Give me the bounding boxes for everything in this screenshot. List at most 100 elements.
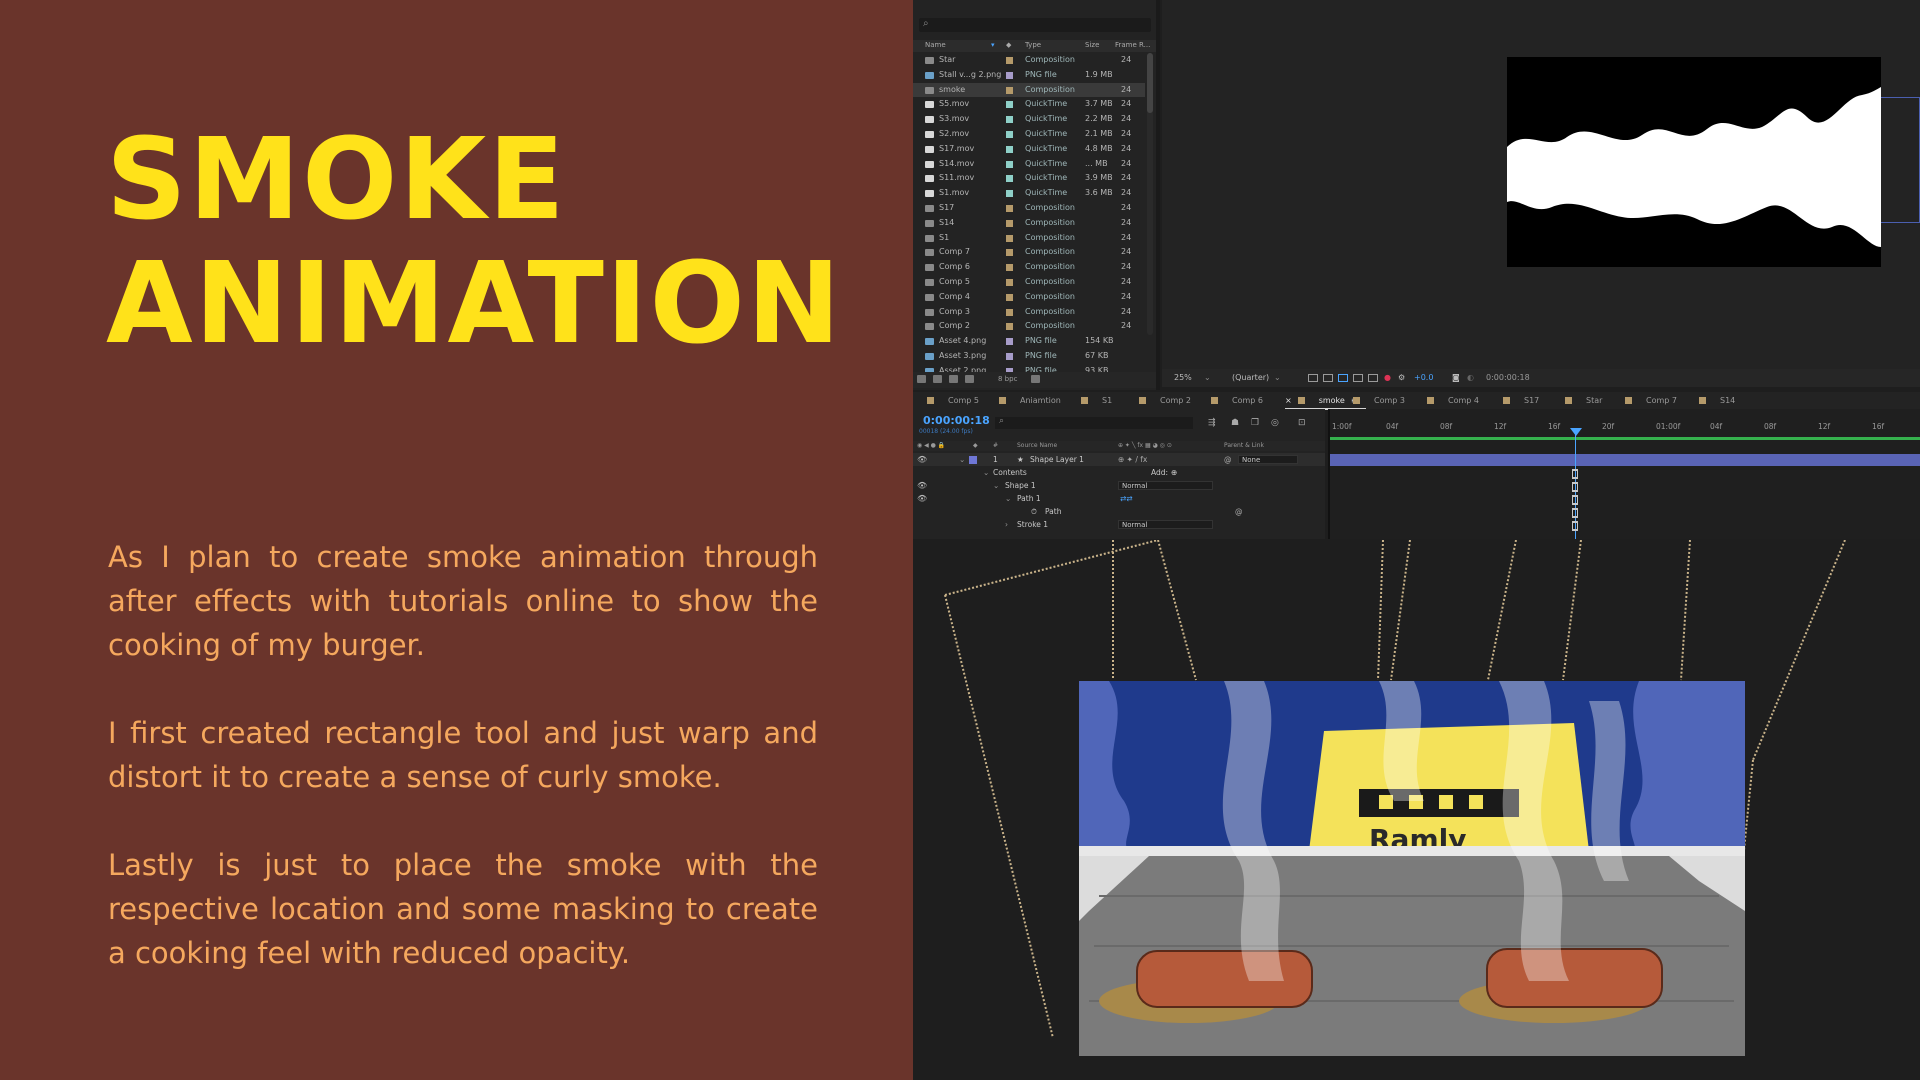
stroke1-chevron-icon[interactable]: › (1005, 518, 1008, 531)
bpc-label[interactable]: 8 bpc (998, 375, 1017, 383)
burger-grill-scene[interactable]: Ramly (1079, 681, 1745, 1056)
project-item[interactable]: Comp 2 Composition 24 (913, 319, 1145, 334)
resolution-dropdown[interactable]: (Quarter) (1232, 373, 1269, 382)
keyframe-marker[interactable] (1572, 495, 1578, 505)
stroke1-blend-dropdown[interactable]: Normal (1118, 520, 1213, 529)
tab-star[interactable]: Star (1565, 396, 1602, 405)
shape1-eye-icon[interactable]: 👁 (917, 479, 927, 492)
prop-path1-row[interactable]: 👁 ⌄ Path 1 ⇄⇄ (913, 492, 1325, 505)
tab-s1[interactable]: S1 (1081, 396, 1112, 405)
item-label-color[interactable] (1006, 175, 1013, 183)
tab-comp-3[interactable]: Comp 3 (1353, 396, 1405, 405)
col-parent-link[interactable]: Parent & Link (1224, 442, 1264, 449)
graph-editor-icon[interactable]: ⊡ (1298, 418, 1306, 428)
keyframe-marker[interactable] (1572, 482, 1578, 492)
project-item[interactable]: S11.mov QuickTime 3.9 MB 24 (913, 171, 1145, 186)
shy-layers-icon[interactable]: ❐ (1251, 418, 1259, 428)
col-frame-rate[interactable]: Frame R... (1115, 41, 1150, 49)
new-comp-icon[interactable] (949, 375, 958, 383)
current-timecode[interactable]: 0:00:00:18 (923, 414, 990, 427)
timeline-graph[interactable]: 1:00f 04f 08f 12f 16f 20f 01:00f 04f 08f 12f 16f (1328, 409, 1920, 539)
project-item[interactable]: S2.mov QuickTime 2.1 MB 24 (913, 127, 1145, 142)
item-label-color[interactable] (1006, 338, 1013, 346)
item-label-color[interactable] (1006, 323, 1013, 331)
item-label-color[interactable] (1006, 160, 1013, 168)
path1-chevron-icon[interactable]: ⌄ (1005, 492, 1011, 505)
item-label-color[interactable] (1006, 249, 1013, 257)
prop-path1[interactable]: Path 1 (1017, 492, 1041, 505)
trash-icon[interactable] (1031, 375, 1040, 383)
tab-comp-5[interactable]: Comp 5 (927, 396, 979, 405)
project-settings-icon[interactable] (965, 375, 974, 383)
show-snapshot-icon[interactable]: ◐ (1467, 373, 1474, 382)
project-item[interactable]: S14 Composition 24 (913, 216, 1145, 231)
visibility-eye-icon[interactable]: 👁 (917, 453, 927, 466)
mask-visibility-icon[interactable] (1338, 374, 1348, 382)
item-label-color[interactable] (1006, 219, 1013, 227)
snapshot-icon[interactable]: ◙ (1452, 373, 1460, 382)
col-number[interactable]: # (993, 442, 998, 449)
project-item[interactable]: S17.mov QuickTime 4.8 MB 24 (913, 142, 1145, 157)
prop-path[interactable]: Path (1045, 505, 1061, 518)
tab-comp-4[interactable]: Comp 4 (1427, 396, 1479, 405)
tab-s14[interactable]: S14 (1699, 396, 1735, 405)
col-size[interactable]: Size (1085, 41, 1099, 49)
path-direction-icon[interactable]: ⇄⇄ (1120, 492, 1133, 505)
item-label-color[interactable] (1006, 101, 1013, 109)
prop-path-row[interactable]: ⏱ Path @ (913, 505, 1325, 518)
item-label-color[interactable] (1006, 352, 1013, 360)
project-item[interactable]: S1 Composition 24 (913, 231, 1145, 246)
prop-contents[interactable]: Contents (993, 466, 1027, 479)
add-label[interactable]: Add: (1151, 466, 1168, 479)
item-label-color[interactable] (1006, 278, 1013, 286)
project-search-input[interactable]: ⌕ (919, 18, 1151, 32)
add-plus-icon[interactable]: ⊕ (1171, 466, 1177, 479)
col-type[interactable]: Type (1025, 41, 1041, 49)
av-switches-icon[interactable]: ◉ ◀ ● 🔒 (917, 442, 945, 449)
layer-duration-bar[interactable] (1330, 454, 1920, 466)
guides-icon[interactable] (1368, 374, 1378, 382)
layer-switch-icons[interactable]: ⊕ ✦ / fx (1118, 453, 1147, 466)
project-item[interactable]: Comp 7 Composition 24 (913, 245, 1145, 260)
item-label-color[interactable] (1006, 308, 1013, 316)
project-item[interactable]: smoke Composition 24 (913, 82, 1145, 98)
sort-chevron-icon[interactable]: ▾ (991, 41, 995, 49)
project-item[interactable]: Asset 4.png PNG file 154 KB (913, 334, 1145, 349)
item-label-color[interactable] (1006, 71, 1013, 79)
shape1-chevron-icon[interactable]: ⌄ (993, 479, 999, 492)
project-item[interactable]: S5.mov QuickTime 3.7 MB 24 (913, 97, 1145, 112)
item-label-color[interactable] (1006, 57, 1013, 64)
tab-smoke[interactable]: ×smoke≡ (1285, 396, 1366, 410)
shape1-blend-dropdown[interactable]: Normal (1118, 481, 1213, 490)
item-label-color[interactable] (1006, 234, 1013, 242)
project-item[interactable]: Comp 3 Composition 24 (913, 305, 1145, 320)
item-label-color[interactable] (1006, 145, 1013, 153)
comp-flowchart-icon[interactable]: ⇶ (1208, 418, 1216, 428)
layer-label-color[interactable] (969, 456, 977, 464)
viewer-timecode[interactable]: 0:00:00:18 (1486, 373, 1530, 382)
work-area-bar[interactable] (1330, 437, 1920, 440)
tab-s17[interactable]: S17 (1503, 396, 1539, 405)
label-column-icon[interactable]: ◆ (973, 442, 978, 449)
project-item[interactable]: Star Composition 24 (913, 53, 1145, 68)
prop-contents-row[interactable]: ⌄ Contents Add: ⊕ (913, 466, 1325, 479)
layer-name[interactable]: Shape Layer 1 (1030, 453, 1084, 466)
keyframe-marker[interactable] (1572, 469, 1578, 479)
keyframe-marker[interactable] (1572, 521, 1578, 531)
playhead-icon[interactable] (1570, 428, 1582, 436)
expression-pickwhip-icon[interactable]: @ (1235, 505, 1243, 518)
tab-aniamtion[interactable]: Aniamtion (999, 396, 1061, 405)
parent-pickwhip-icon[interactable]: @ (1224, 453, 1232, 466)
layer-switches-icon[interactable]: ⊕ ✦ ╲ fx ▦ ◕ ◎ ⊙ (1118, 442, 1172, 449)
item-label-color[interactable] (1006, 264, 1013, 272)
project-item[interactable]: S3.mov QuickTime 2.2 MB 24 (913, 112, 1145, 127)
prop-stroke1-row[interactable]: › Stroke 1 Normal (913, 518, 1325, 531)
prop-shape1[interactable]: Shape 1 (1005, 479, 1036, 492)
layer-row-shape-layer-1[interactable]: 👁 ⌄ 1 ★ Shape Layer 1 ⊕ ✦ / fx @ None (913, 453, 1325, 466)
smoke-shape-preview[interactable] (1507, 57, 1881, 267)
project-item[interactable]: Comp 6 Composition 24 (913, 260, 1145, 275)
frame-blending-icon[interactable]: ◎ (1271, 418, 1279, 428)
resolution-chevron-icon[interactable]: ⌄ (1274, 373, 1281, 382)
col-source-name[interactable]: Source Name (1017, 442, 1057, 449)
project-item[interactable]: Comp 5 Composition 24 (913, 275, 1145, 290)
